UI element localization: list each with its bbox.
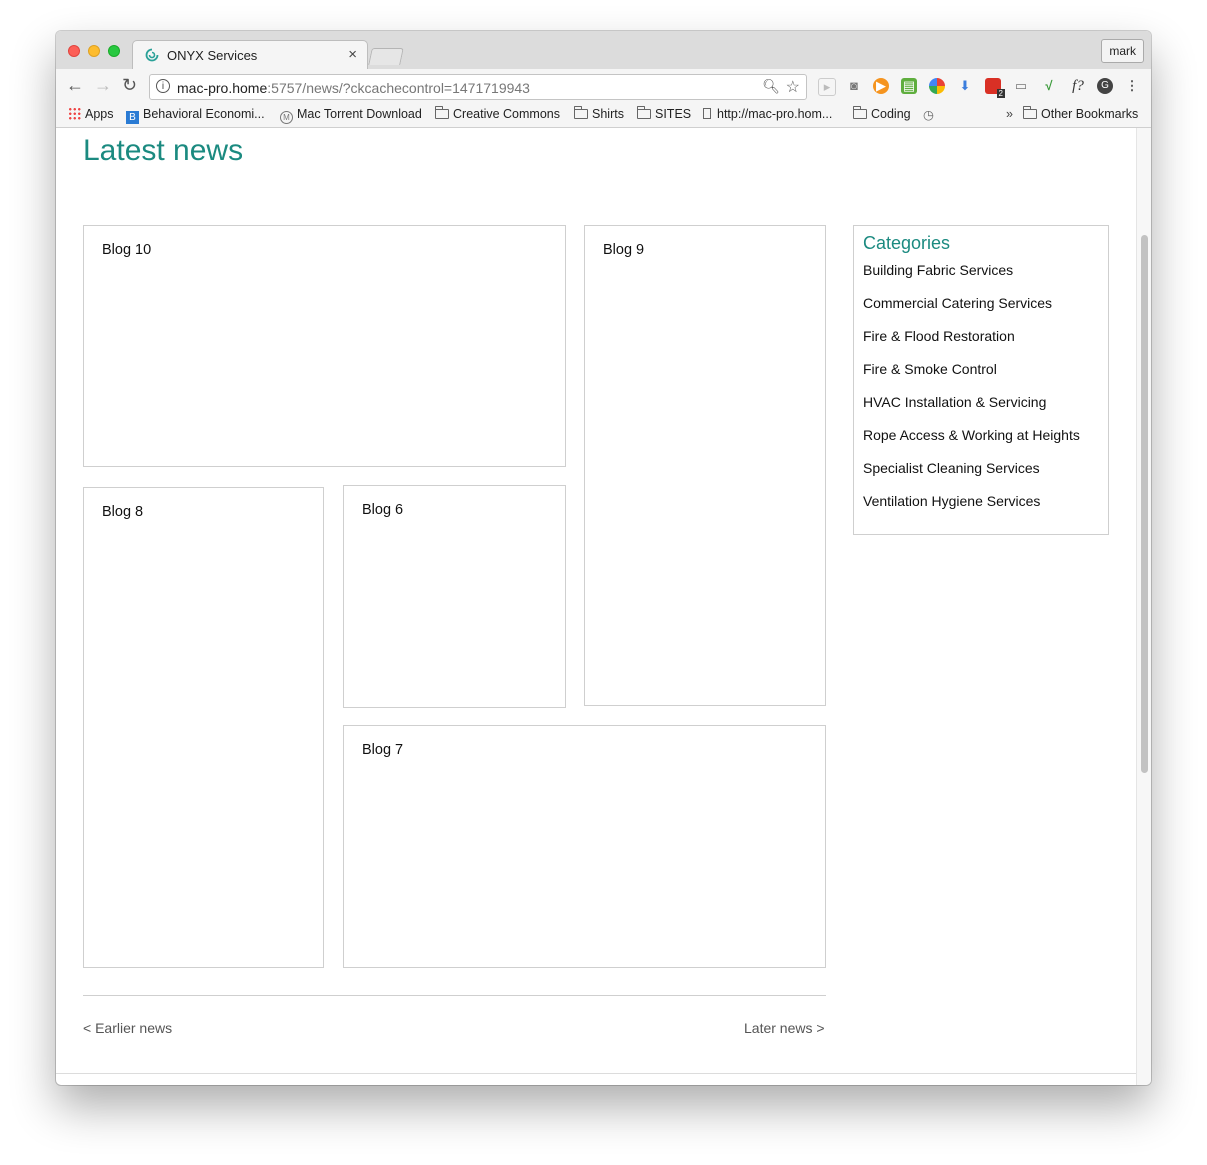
- minimize-window-button[interactable]: [88, 45, 100, 57]
- reader-extension-icon[interactable]: ▸: [818, 78, 836, 96]
- url-path: :5757/news/?ckcachecontrol=1471719943: [267, 80, 530, 96]
- folder-icon: [435, 106, 449, 119]
- color-wheel-extension-icon[interactable]: [929, 78, 945, 94]
- info-icon[interactable]: i: [156, 79, 170, 93]
- bookmark-folder-sites[interactable]: SITES: [637, 106, 692, 121]
- tab-onyx-services[interactable]: ONYX Services ×: [132, 40, 368, 70]
- bookmarks-overflow-chevron[interactable]: »: [1006, 107, 1013, 121]
- bookmark-apps[interactable]: Apps: [68, 107, 114, 121]
- bookmark-folder-creative-commons[interactable]: Creative Commons: [435, 106, 560, 121]
- check-extension-icon[interactable]: √: [1041, 78, 1057, 94]
- url-text[interactable]: mac-pro.home:5757/news/?ckcachecontrol=1…: [177, 80, 530, 96]
- browser-window: ONYX Services × mark ← → ↻ i mac-pro.hom…: [56, 31, 1151, 1085]
- category-link[interactable]: Specialist Cleaning Services: [863, 460, 1080, 493]
- bookmark-label: Behavioral Economi...: [143, 107, 265, 121]
- download-extension-icon[interactable]: ⬇: [957, 78, 973, 94]
- behavioral-favicon-icon: B: [126, 111, 139, 124]
- zoom-icon[interactable]: 🔍︎: [762, 78, 780, 95]
- earlier-news-link[interactable]: < Earlier news: [83, 1020, 172, 1036]
- play-extension-icon[interactable]: ▶: [873, 78, 889, 94]
- categories-sidebar: Categories Building Fabric Services Comm…: [853, 225, 1109, 535]
- blog-card-title[interactable]: Blog 9: [603, 242, 644, 258]
- folder-icon: [574, 106, 588, 119]
- categories-list: Building Fabric Services Commercial Cate…: [863, 262, 1080, 526]
- bookmark-label: Creative Commons: [453, 107, 560, 121]
- bookmark-label: Shirts: [592, 107, 624, 121]
- tab-close-icon[interactable]: ×: [348, 46, 357, 63]
- bookmark-label: SITES: [655, 107, 692, 121]
- onyx-favicon-icon: [145, 48, 159, 65]
- bookmarks-bar: Apps B Behavioral Economi... M Mac Torrent…: [56, 103, 1151, 128]
- forward-arrow-icon[interactable]: →: [94, 75, 112, 96]
- bookmark-label: Other Bookmarks: [1041, 107, 1139, 121]
- close-window-button[interactable]: [68, 45, 80, 57]
- later-news-link[interactable]: Later news >: [744, 1020, 825, 1036]
- extension-badge: 2: [996, 89, 1005, 98]
- folder-icon: [1023, 106, 1037, 119]
- blog-card[interactable]: Blog 8: [83, 487, 324, 968]
- category-link[interactable]: HVAC Installation & Servicing: [863, 394, 1080, 427]
- page-title: Latest news: [83, 134, 244, 167]
- new-tab-button[interactable]: [368, 48, 404, 65]
- vertical-scrollbar[interactable]: [1136, 128, 1151, 1085]
- cast-icon[interactable]: ▭: [1013, 78, 1029, 94]
- calendar-extension-icon[interactable]: 2: [985, 78, 1005, 98]
- blog-card[interactable]: Blog 6: [343, 485, 566, 708]
- blog-card-title[interactable]: Blog 6: [362, 502, 403, 518]
- bookmark-mac-torrent[interactable]: M Mac Torrent Download: [280, 107, 422, 124]
- category-link[interactable]: Ventilation Hygiene Services: [863, 493, 1080, 526]
- pager-divider: [83, 995, 826, 996]
- print-extension-icon[interactable]: ▤: [901, 78, 917, 94]
- apps-grid-icon: [68, 107, 81, 120]
- category-link[interactable]: Fire & Smoke Control: [863, 361, 1080, 394]
- bookmark-folder-shirts[interactable]: Shirts: [574, 106, 624, 121]
- tab-title: ONYX Services: [167, 48, 258, 63]
- blog-card-title[interactable]: Blog 7: [362, 742, 403, 758]
- g-extension-icon[interactable]: G: [1097, 78, 1113, 94]
- page-icon: [703, 108, 711, 119]
- folder-icon: [853, 106, 867, 119]
- bookmark-behavioral-economics[interactable]: B Behavioral Economi...: [126, 107, 265, 124]
- category-link[interactable]: Building Fabric Services: [863, 262, 1080, 295]
- category-link[interactable]: Rope Access & Working at Heights: [863, 427, 1080, 460]
- bookmark-label: http://mac-pro.hom...: [717, 107, 833, 121]
- chrome-menu-icon[interactable]: ⋮: [1124, 78, 1140, 94]
- blog-card-title[interactable]: Blog 10: [102, 242, 151, 258]
- scrollbar-thumb[interactable]: [1141, 235, 1148, 773]
- categories-heading: Categories: [863, 233, 951, 253]
- bookmark-folder-coding[interactable]: Coding: [853, 106, 911, 121]
- history-icon[interactable]: ◷: [923, 107, 934, 122]
- folder-icon: [637, 106, 651, 119]
- bookmark-label: Apps: [85, 107, 114, 121]
- camera-extension-icon[interactable]: ◙: [846, 78, 862, 94]
- blog-card[interactable]: Blog 7: [343, 725, 826, 968]
- browser-toolbar: ← → ↻ i mac-pro.home:5757/news/?ckcachec…: [56, 69, 1151, 103]
- page-bottom-border: [56, 1073, 1136, 1074]
- bookmark-label: Mac Torrent Download: [297, 107, 422, 121]
- category-link[interactable]: Commercial Catering Services: [863, 295, 1080, 328]
- blog-card[interactable]: Blog 9: [584, 225, 826, 706]
- mac-torrent-favicon-icon: M: [280, 111, 293, 124]
- page-content: Latest news Blog 10 Blog 9 Blog 8 Blog 6…: [56, 128, 1136, 1073]
- bookmark-star-icon[interactable]: ☆: [786, 77, 800, 97]
- reload-icon[interactable]: ↻: [122, 75, 137, 96]
- blog-card-title[interactable]: Blog 8: [102, 504, 143, 520]
- address-bar[interactable]: i mac-pro.home:5757/news/?ckcachecontrol…: [149, 74, 807, 100]
- tab-strip: ONYX Services × mark: [56, 31, 1151, 70]
- profile-button[interactable]: mark: [1101, 39, 1144, 63]
- font-finder-extension-icon[interactable]: f?: [1068, 78, 1088, 94]
- back-arrow-icon[interactable]: ←: [66, 75, 84, 96]
- maximize-window-button[interactable]: [108, 45, 120, 57]
- bookmark-label: Coding: [871, 107, 911, 121]
- bookmark-folder-other-bookmarks[interactable]: Other Bookmarks: [1023, 106, 1139, 121]
- bookmark-mac-pro-home[interactable]: http://mac-pro.hom...: [703, 107, 832, 121]
- blog-card[interactable]: Blog 10: [83, 225, 566, 467]
- url-host: mac-pro.home: [177, 80, 268, 96]
- category-link[interactable]: Fire & Flood Restoration: [863, 328, 1080, 361]
